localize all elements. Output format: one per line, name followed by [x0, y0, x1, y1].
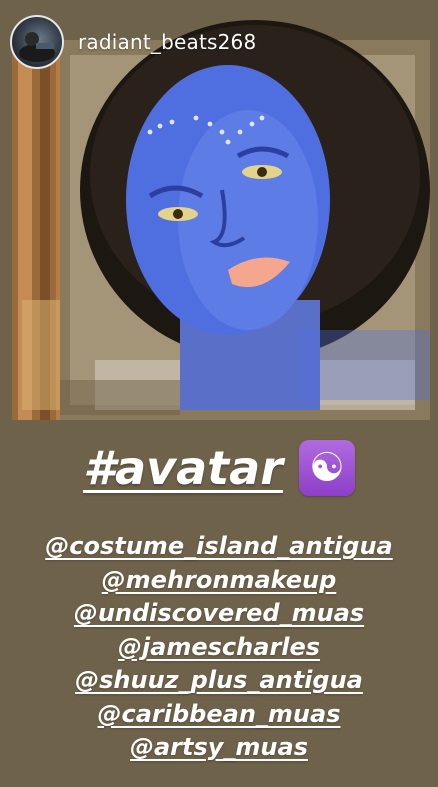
story-view: radiant_beats268 #avatar ☯ @costume_isla… [0, 0, 438, 787]
mention-item[interactable]: @jamescharles [118, 631, 320, 665]
username-label[interactable]: radiant_beats268 [78, 30, 256, 54]
avatar[interactable] [10, 15, 64, 69]
mention-item[interactable]: @shuuz_plus_antigua [75, 664, 363, 698]
avatar-image-icon [19, 32, 55, 62]
mention-list: @costume_island_antigua @mehronmakeup @u… [0, 530, 438, 765]
caption-row: #avatar ☯ [0, 440, 438, 496]
yin-yang-icon: ☯ [298, 440, 355, 496]
mention-item[interactable]: @costume_island_antigua [45, 530, 392, 564]
hashtag-label[interactable]: #avatar [83, 441, 283, 495]
mention-item[interactable]: @caribbean_muas [98, 698, 341, 732]
mention-item[interactable]: @artsy_muas [130, 731, 308, 765]
mention-item[interactable]: @undiscovered_muas [74, 597, 364, 631]
mention-item[interactable]: @mehronmakeup [102, 564, 337, 598]
story-header: radiant_beats268 [10, 14, 256, 70]
